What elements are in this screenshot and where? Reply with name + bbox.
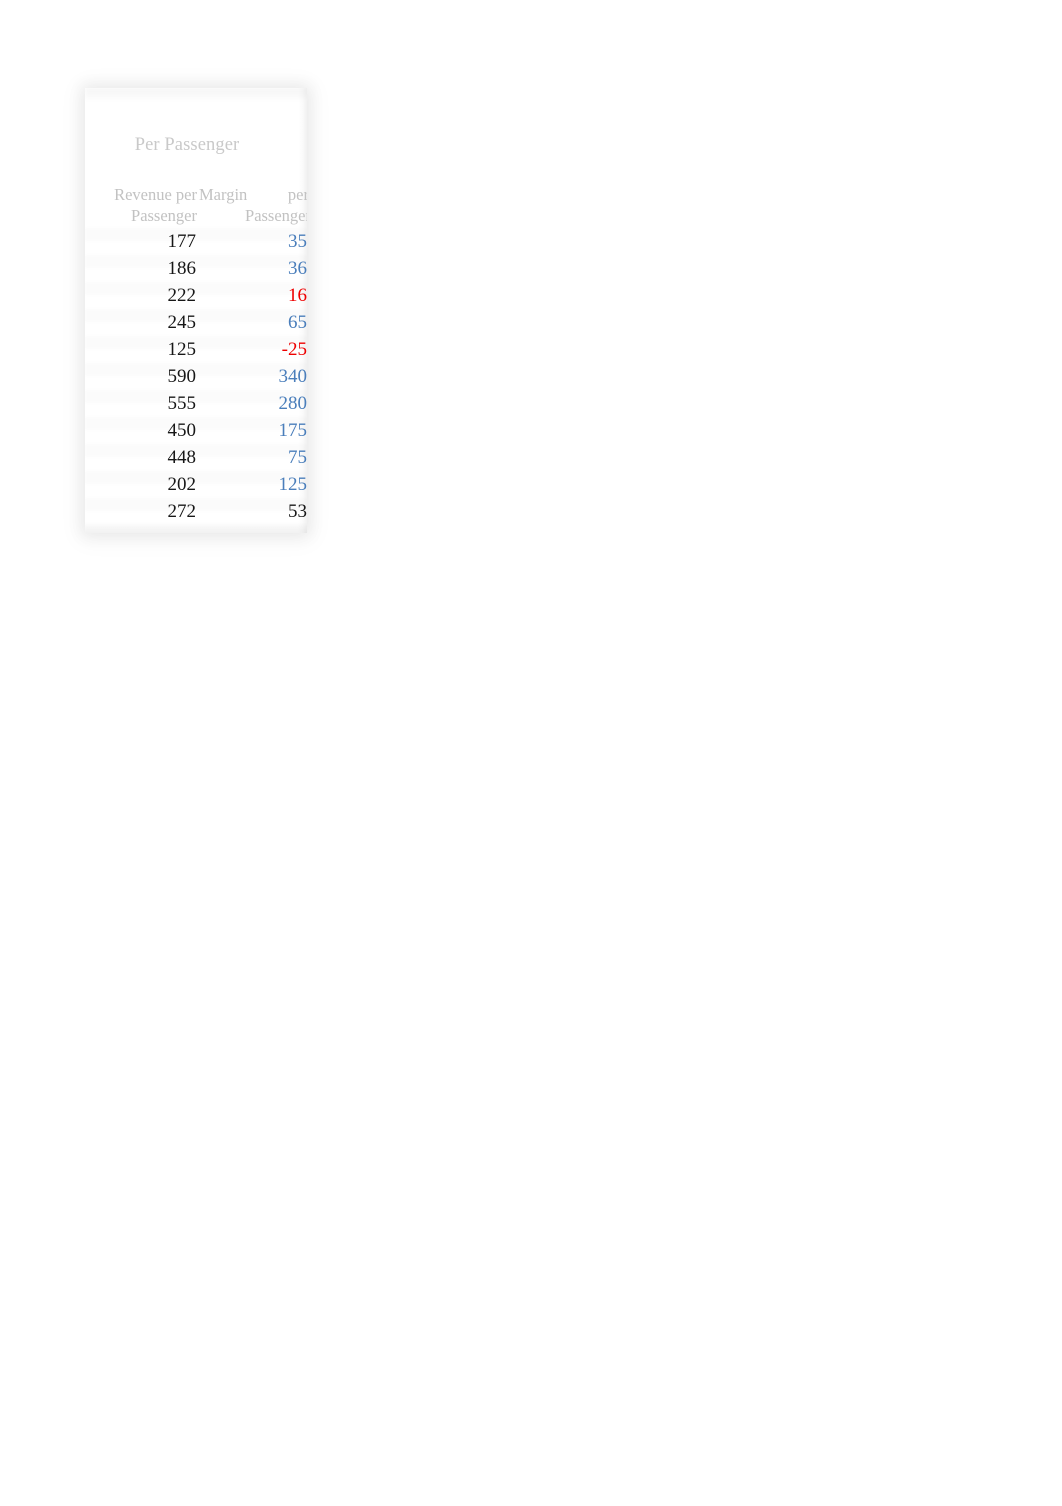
cell-revenue-per-passenger: 272 [167, 501, 197, 522]
table-header-row: Revenue per Passenger Margin per Passeng… [85, 184, 307, 228]
table-row: 177 35 [85, 228, 308, 255]
cell-margin-per-passenger: -25 [281, 339, 307, 360]
cell-revenue-per-passenger: 186 [167, 258, 197, 279]
table-row: 450 175 [85, 417, 308, 444]
table-row: 186 36 [85, 255, 308, 282]
table-row: 245 65 [85, 309, 308, 336]
cell-revenue-per-passenger: 448 [167, 447, 197, 468]
table-body: 177 35 186 36 222 16 245 65 125 -25 590 340 555 280 45… [85, 228, 308, 525]
cell-revenue-per-passenger: 450 [167, 420, 197, 441]
cell-revenue-per-passenger: 590 [167, 366, 197, 387]
table-row: 272 53 [85, 498, 308, 525]
panel-top-band [85, 88, 307, 101]
table-row: 125 -25 [85, 336, 308, 363]
table-title-row: Per Passenger [85, 134, 307, 156]
column-header-margin-per-passenger: Margin per Passenger [199, 184, 307, 226]
table-row: 590 340 [85, 363, 308, 390]
table-row: 448 75 [85, 444, 308, 471]
column-header-revenue-line1: Revenue per [114, 185, 197, 204]
page-title: Per Passenger [134, 135, 240, 155]
cell-revenue-per-passenger: 222 [167, 285, 197, 306]
cell-revenue-per-passenger: 125 [167, 339, 197, 360]
column-header-margin-line2: Passenger [245, 206, 307, 225]
cell-margin-per-passenger: 175 [278, 420, 308, 441]
column-header-revenue-per-passenger: Revenue per Passenger [85, 184, 197, 226]
cell-margin-per-passenger: 16 [288, 285, 307, 306]
cell-margin-per-passenger: 75 [288, 447, 307, 468]
cell-margin-per-passenger: 65 [288, 312, 307, 333]
cell-revenue-per-passenger: 555 [167, 393, 197, 414]
cell-margin-per-passenger: 36 [288, 258, 307, 279]
table-row: 202 125 [85, 471, 308, 498]
cell-revenue-per-passenger: 245 [167, 312, 197, 333]
column-header-margin-line1: Margin per [199, 185, 307, 204]
cell-margin-per-passenger: 340 [278, 366, 308, 387]
cell-margin-per-passenger: 125 [278, 474, 308, 495]
table-row: 555 280 [85, 390, 308, 417]
column-header-revenue-line2: Passenger [131, 206, 197, 225]
table-row: 222 16 [85, 282, 308, 309]
cell-margin-per-passenger: 280 [278, 393, 308, 414]
cell-margin-per-passenger: 53 [288, 501, 307, 522]
per-passenger-table-panel: Per Passenger Revenue per Passenger Marg… [85, 88, 307, 533]
cell-revenue-per-passenger: 177 [167, 231, 197, 252]
cell-revenue-per-passenger: 202 [167, 474, 197, 495]
cell-margin-per-passenger: 35 [288, 231, 307, 252]
